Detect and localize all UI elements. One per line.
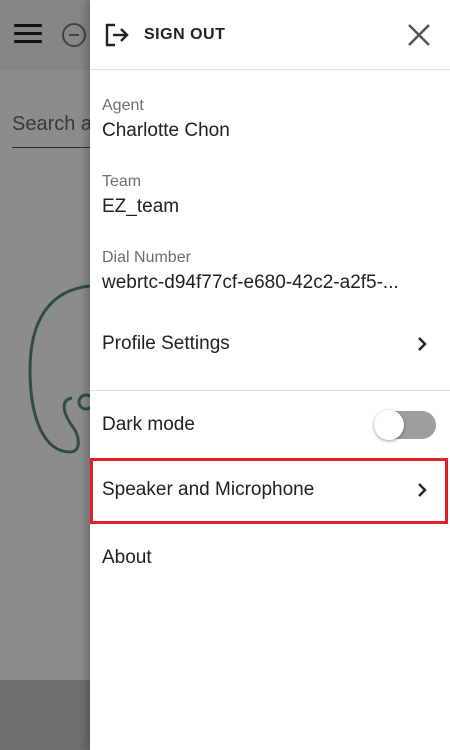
agent-name: Charlotte Chon <box>102 120 230 141</box>
drawer-header: SIGN OUT <box>90 0 450 70</box>
divider <box>90 390 450 391</box>
about-item[interactable]: About <box>90 526 450 590</box>
toggle-thumb <box>374 410 404 440</box>
dial-number-info: Dial Number webrtc-d94f77cf-e680-42c2-a2… <box>90 248 434 295</box>
dial-number-value: webrtc-d94f77cf-e680-42c2-a2f5-... <box>102 272 399 293</box>
dark-mode-label: Dark mode <box>102 414 195 435</box>
sign-out-button[interactable]: SIGN OUT <box>104 15 225 55</box>
agent-label: Agent <box>102 97 144 114</box>
chevron-right-icon <box>418 337 427 351</box>
chevron-right-icon <box>418 483 427 497</box>
speaker-microphone-label: Speaker and Microphone <box>102 479 315 500</box>
team-info: Team EZ_team <box>90 172 434 219</box>
sign-out-icon <box>105 23 129 46</box>
close-icon[interactable] <box>404 20 434 50</box>
dark-mode-toggle[interactable] <box>374 410 436 440</box>
profile-settings-item[interactable]: Profile Settings <box>90 312 450 376</box>
dark-mode-item: Dark mode <box>90 393 450 457</box>
team-label: Team <box>102 173 142 190</box>
dial-number-label: Dial Number <box>102 249 191 266</box>
agent-info: Agent Charlotte Chon <box>90 96 434 143</box>
profile-settings-label: Profile Settings <box>102 333 230 354</box>
account-drawer: SIGN OUT Agent Charlotte Chon Team EZ_te… <box>90 0 450 750</box>
about-label: About <box>102 547 152 568</box>
team-name: EZ_team <box>102 196 180 217</box>
speaker-microphone-item[interactable]: Speaker and Microphone <box>90 458 450 522</box>
sign-out-label: SIGN OUT <box>144 25 226 43</box>
